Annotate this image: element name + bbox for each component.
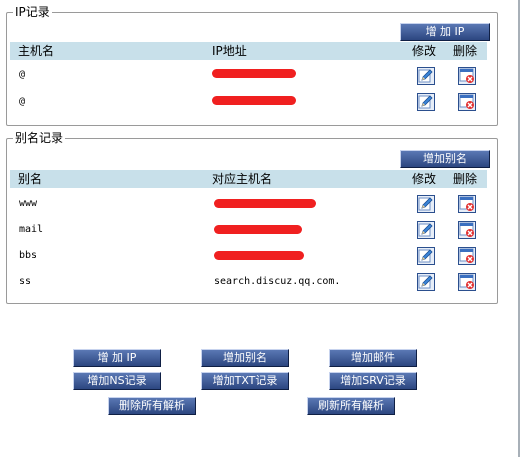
edit-icon[interactable]	[417, 221, 435, 239]
header-edit: 修改	[412, 172, 437, 186]
add-ns-button[interactable]: 增加NS记录	[73, 372, 161, 390]
add-mail-button[interactable]: 增加邮件	[329, 349, 417, 367]
delete-icon[interactable]	[458, 273, 476, 291]
host-cell: @	[19, 96, 26, 107]
add-alias-button[interactable]: 增加别名	[400, 150, 490, 168]
redacted-target	[214, 199, 316, 208]
header-host: 主机名	[18, 44, 55, 58]
edit-icon[interactable]	[417, 67, 435, 85]
add-ip-button[interactable]: 增 加 IP	[400, 23, 490, 41]
alias-cell: mail	[19, 224, 44, 235]
add-srv-button[interactable]: 增加SRV记录	[329, 372, 417, 390]
add-ip-bottom-button[interactable]: 增 加 IP	[73, 349, 161, 367]
delete-icon[interactable]	[458, 195, 476, 213]
host-cell: @	[19, 69, 26, 80]
edit-icon[interactable]	[417, 93, 435, 111]
redacted-target	[214, 251, 304, 260]
alias-cell: bbs	[19, 250, 38, 261]
add-alias-bottom-button[interactable]: 增加别名	[201, 349, 289, 367]
edit-icon[interactable]	[417, 195, 435, 213]
redacted-target	[214, 225, 302, 234]
delete-all-records-button[interactable]: 删除所有解析	[108, 397, 196, 415]
delete-icon[interactable]	[458, 67, 476, 85]
delete-icon[interactable]	[458, 93, 476, 111]
redacted-ip	[212, 69, 296, 78]
refresh-all-records-button[interactable]: 刷新所有解析	[307, 397, 395, 415]
edit-icon[interactable]	[417, 247, 435, 265]
delete-icon[interactable]	[458, 247, 476, 265]
alias-records-title: 别名记录	[13, 131, 66, 145]
edit-icon[interactable]	[417, 273, 435, 291]
header-target: 对应主机名	[212, 172, 273, 186]
delete-icon[interactable]	[458, 221, 476, 239]
header-ip: IP地址	[212, 44, 247, 58]
add-txt-button[interactable]: 增加TXT记录	[201, 372, 289, 390]
alias-table-header: 别名 对应主机名 修改 删除	[10, 170, 487, 188]
redacted-ip	[212, 96, 296, 105]
ip-records-title: IP记录	[13, 5, 52, 19]
alias-cell: www	[19, 198, 38, 209]
header-delete: 删除	[453, 172, 478, 186]
target-cell: search.discuz.qq.com.	[214, 276, 341, 287]
header-alias: 别名	[18, 172, 43, 186]
header-delete: 删除	[453, 44, 478, 58]
ip-table-header: 主机名 IP地址 修改 删除	[10, 42, 487, 60]
header-edit: 修改	[412, 44, 437, 58]
alias-cell: ss	[19, 276, 32, 287]
